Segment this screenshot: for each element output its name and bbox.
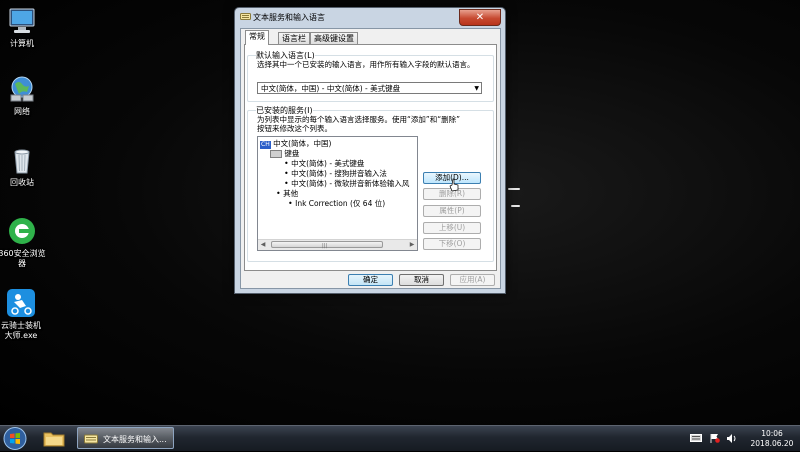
text-services-dialog: 文本服务和输入语言 ✕ 常规 语言栏 高级键设置 默认输入语言(L) 选择其中一…	[234, 7, 506, 294]
default-language-value: 中文(简体，中国) - 中文(简体) - 美式键盘	[261, 84, 401, 93]
dialog-title: 文本服务和输入语言	[253, 13, 325, 22]
tree-item-label: 中文(简体) - 搜狗拼音输入法	[291, 169, 387, 178]
apply-button[interactable]: 应用(A)	[450, 274, 495, 286]
cancel-button[interactable]: 取消	[399, 274, 444, 286]
computer-icon	[7, 6, 37, 36]
keyboard-icon	[84, 434, 98, 444]
folder-icon	[43, 432, 65, 447]
keyboard-tray-icon[interactable]	[690, 434, 702, 442]
keyboard-icon	[270, 150, 282, 158]
bullet-icon: •	[284, 159, 289, 168]
taskbar-explorer-button[interactable]	[36, 427, 72, 450]
clock-time: 10:06	[761, 429, 783, 438]
desktop-icon-360-browser[interactable]: 360安全浏览器	[0, 216, 46, 269]
tree-item-label: 中文(简体) - 微软拼音新体验输入风	[291, 179, 410, 188]
bullet-icon: •	[276, 189, 281, 198]
tree-item-label: Ink Correction (仅 64 位)	[295, 199, 386, 208]
chevron-down-icon[interactable]: ▼	[474, 83, 479, 95]
taskbar-window-button[interactable]: 文本服务和输入...	[77, 427, 174, 449]
scroll-right-icon[interactable]: ▶	[407, 240, 417, 250]
wallpaper-stroke	[508, 188, 520, 190]
installed-services-description: 为列表中显示的每个输入语言选择服务。使用“添加”和“删除”	[257, 115, 461, 124]
bullet-icon: •	[284, 179, 289, 188]
recycle-bin-icon	[7, 145, 37, 175]
installed-services-tree[interactable]: CH 中文(简体，中国) 键盘 • 中文(简体) - 美式键盘 • 中文(简体)…	[257, 136, 418, 251]
desktop-icon-recycle-bin[interactable]: 回收站	[0, 145, 44, 188]
wallpaper-stroke	[511, 205, 520, 207]
network-icon	[7, 74, 37, 104]
keyboard-icon	[240, 13, 251, 20]
tree-item[interactable]: • 中文(简体) - 微软拼音新体验输入风	[284, 179, 409, 188]
dialog-titlebar[interactable]: 文本服务和输入语言 ✕	[235, 8, 505, 27]
tree-root[interactable]: CH 中文(简体，中国)	[260, 139, 331, 149]
tree-keyboard-label: 键盘	[284, 149, 300, 158]
mouse-cursor-icon	[449, 178, 459, 192]
volume-icon[interactable]	[726, 433, 738, 444]
scroll-left-icon[interactable]: ◀	[258, 240, 268, 250]
tree-keyboard[interactable]: 键盘	[270, 149, 299, 158]
yunqishi-icon	[6, 288, 36, 318]
tree-other-label: 其他	[283, 189, 299, 198]
default-language-select[interactable]: 中文(简体，中国) - 中文(简体) - 美式键盘 ▼	[257, 82, 482, 94]
tab-general[interactable]: 常规	[245, 30, 269, 45]
bullet-icon: •	[288, 199, 293, 208]
taskbar-window-label: 文本服务和输入...	[103, 435, 167, 444]
tree-root-label: 中文(简体，中国)	[273, 139, 332, 148]
action-center-flag-icon[interactable]	[710, 433, 720, 443]
scrollbar-thumb[interactable]: |||	[271, 241, 383, 249]
close-button[interactable]: ✕	[459, 9, 501, 26]
bullet-icon: •	[284, 169, 289, 178]
installed-services-description-2: 按钮来修改这个列表。	[257, 124, 332, 133]
desktop-icon-network[interactable]: 网络	[0, 74, 44, 117]
desktop-icon-label: 360安全浏览器	[0, 249, 46, 268]
properties-button[interactable]: 属性(P)	[423, 205, 481, 217]
move-down-button[interactable]: 下移(O)	[423, 238, 481, 250]
tree-item-label: 中文(简体) - 美式键盘	[291, 159, 365, 168]
desktop-icon-label: 云骑士装机大师.exe	[1, 321, 41, 340]
tree-item[interactable]: • 中文(简体) - 美式键盘	[284, 159, 364, 168]
start-button[interactable]	[2, 426, 28, 451]
default-language-description: 选择其中一个已安装的输入语言，用作所有输入字段的默认语言。	[257, 60, 475, 69]
tree-item[interactable]: • Ink Correction (仅 64 位)	[288, 199, 385, 208]
tree-item[interactable]: • 中文(简体) - 搜狗拼音输入法	[284, 169, 387, 178]
system-clock[interactable]: 10:06 2018.06.20	[748, 429, 796, 449]
move-up-button[interactable]: 上移(U)	[423, 222, 481, 234]
desktop-icon-yunqishi[interactable]: 云骑士装机大师.exe	[0, 288, 43, 341]
desktop-icon-computer[interactable]: 计算机	[0, 6, 44, 49]
360-browser-icon	[7, 216, 37, 246]
desktop-icon-label: 网络	[14, 107, 30, 116]
desktop-icon-label: 回收站	[10, 178, 34, 187]
desktop-icon-label: 计算机	[10, 39, 34, 48]
clock-date: 2018.06.20	[750, 439, 794, 448]
language-badge-icon: CH	[260, 141, 271, 149]
tree-other[interactable]: • 其他	[276, 189, 298, 198]
taskbar: 文本服务和输入... 10:06 2018.06.20	[0, 425, 800, 451]
horizontal-scrollbar[interactable]: ◀ ||| ▶	[258, 239, 417, 250]
ok-button[interactable]: 确定	[348, 274, 393, 286]
